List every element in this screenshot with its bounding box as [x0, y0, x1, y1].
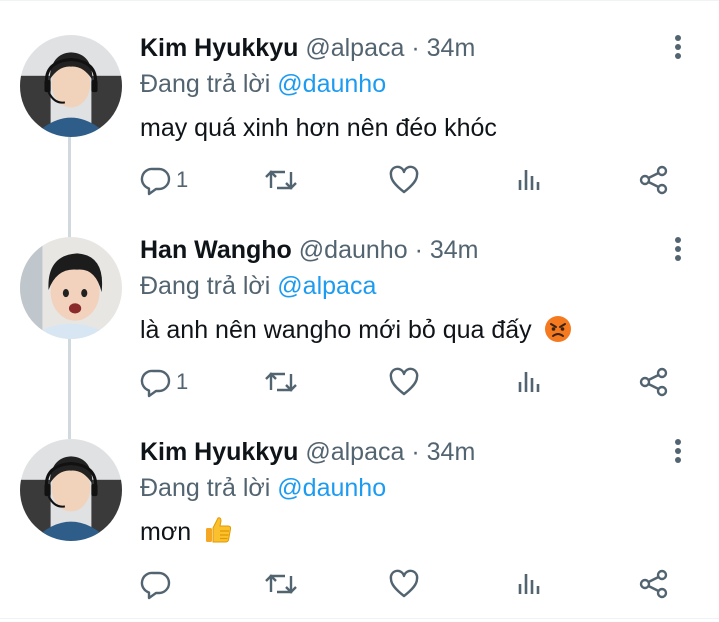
share-icon: [639, 165, 668, 195]
avatar[interactable]: [20, 439, 122, 541]
timestamp[interactable]: 34m: [427, 438, 476, 466]
tweet-text: may quá xinh hơn nên đéo khóc: [140, 110, 497, 146]
more-vertical-icon[interactable]: [664, 32, 692, 62]
reply-prefix: Đang trả lời: [140, 474, 271, 502]
like-button[interactable]: [388, 362, 420, 402]
reply-prefix: Đang trả lời: [140, 70, 271, 98]
views-icon: [518, 372, 540, 392]
user-handle[interactable]: @alpaca: [305, 438, 404, 466]
retweet-icon: [265, 372, 297, 392]
tweet-text-content: là anh nên wangho mới bỏ qua đấy: [140, 316, 532, 344]
avatar-daunho-image: [20, 237, 122, 339]
like-icon: [389, 367, 419, 396]
tweet[interactable]: Han Wangho @daunho · 34m Đang trả lời @a…: [0, 202, 719, 402]
tweet-text-content: mơn: [140, 518, 192, 546]
reply-count: 1: [176, 167, 189, 192]
reply-context: Đang trả lời @daunho: [140, 470, 386, 506]
reply-button[interactable]: 1: [140, 362, 188, 402]
separator-dot: ·: [411, 438, 420, 466]
reply-icon: [140, 571, 171, 600]
reply-count: 1: [176, 369, 189, 394]
views-icon: [518, 170, 540, 190]
tweet-text-content: may quá xinh hơn nên đéo khóc: [140, 114, 497, 142]
like-button[interactable]: [388, 564, 420, 604]
action-bar: 1: [0, 160, 719, 200]
avatar-alpaca-image: [20, 35, 122, 137]
retweet-button[interactable]: [263, 362, 299, 402]
share-button[interactable]: [638, 160, 670, 200]
reply-context: Đang trả lời @alpaca: [140, 268, 376, 304]
bottom-divider: [0, 618, 719, 619]
more-vertical-icon[interactable]: [664, 436, 692, 466]
avatar[interactable]: [20, 237, 122, 339]
views-button[interactable]: [514, 362, 546, 402]
tweet[interactable]: Kim Hyukkyu @alpaca · 34m Đang trả lời @…: [0, 404, 719, 604]
tweet-header: Kim Hyukkyu @alpaca · 34m: [140, 434, 475, 470]
like-icon: [389, 165, 419, 194]
reply-mention-link[interactable]: @daunho: [277, 474, 386, 502]
views-icon: [518, 574, 540, 594]
reply-context: Đang trả lời @daunho: [140, 66, 386, 102]
reply-mention-link[interactable]: @daunho: [277, 70, 386, 98]
avatar[interactable]: [20, 35, 122, 137]
retweet-button[interactable]: [263, 564, 299, 604]
thumbs-up-emoji: [206, 517, 232, 543]
retweet-icon: [265, 170, 297, 190]
share-button[interactable]: [638, 564, 670, 604]
user-handle[interactable]: @alpaca: [305, 34, 404, 62]
separator-dot: ·: [414, 236, 423, 264]
share-button[interactable]: [638, 362, 670, 402]
timestamp[interactable]: 34m: [427, 34, 476, 62]
display-name[interactable]: Kim Hyukkyu: [140, 438, 298, 466]
tweet-text: mơn: [140, 514, 234, 550]
reply-icon: [140, 369, 171, 398]
display-name[interactable]: Han Wangho: [140, 236, 292, 264]
more-vertical-icon[interactable]: [664, 234, 692, 264]
display-name[interactable]: Kim Hyukkyu: [140, 34, 298, 62]
tweet-header: Han Wangho @daunho · 34m: [140, 232, 478, 268]
timestamp[interactable]: 34m: [430, 236, 479, 264]
reply-icon: [140, 167, 171, 196]
retweet-button[interactable]: [263, 160, 299, 200]
angry-face-emoji: [544, 316, 571, 342]
tweet[interactable]: Kim Hyukkyu @alpaca · 34m Đang trả lời @…: [0, 0, 719, 200]
reply-button[interactable]: [140, 564, 176, 604]
reply-prefix: Đang trả lời: [140, 272, 271, 300]
separator-dot: ·: [411, 34, 420, 62]
reply-mention-link[interactable]: @alpaca: [277, 272, 376, 300]
action-bar: [0, 564, 719, 604]
like-icon: [389, 569, 419, 598]
avatar-alpaca-image: [20, 439, 122, 541]
share-icon: [639, 569, 668, 599]
tweet-header: Kim Hyukkyu @alpaca · 34m: [140, 30, 475, 66]
retweet-icon: [265, 574, 297, 594]
share-icon: [639, 367, 668, 397]
like-button[interactable]: [388, 160, 420, 200]
reply-button[interactable]: 1: [140, 160, 188, 200]
tweet-text: là anh nên wangho mới bỏ qua đấy: [140, 312, 573, 348]
views-button[interactable]: [514, 564, 546, 604]
views-button[interactable]: [514, 160, 546, 200]
user-handle[interactable]: @daunho: [299, 236, 408, 264]
action-bar: 1: [0, 362, 719, 402]
